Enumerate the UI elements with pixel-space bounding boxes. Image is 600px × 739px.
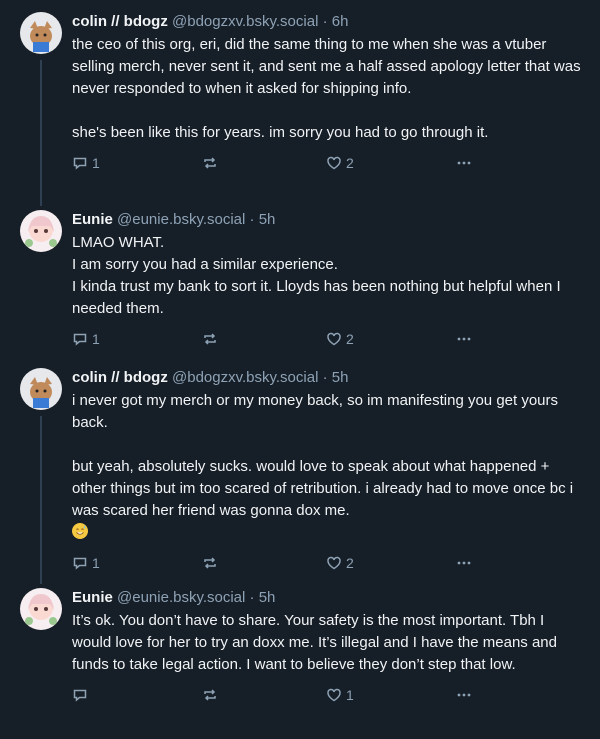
like-button[interactable]: 1 xyxy=(326,687,456,703)
post-time[interactable]: 6h xyxy=(332,13,349,30)
author-handle[interactable]: @bdogzxv.bsky.social xyxy=(172,369,318,386)
like-button[interactable]: 2 xyxy=(326,331,456,347)
separator-dot: · xyxy=(245,211,259,228)
post-2[interactable]: Eunie @eunie.bsky.social · 5h LMAO WHAT.… xyxy=(0,198,600,356)
ellipsis-icon xyxy=(457,337,471,341)
reply-icon xyxy=(73,157,87,170)
reply-icon xyxy=(73,557,87,570)
post-time[interactable]: 5h xyxy=(259,589,276,606)
post-text: It’s ok. You don’t have to share. Your s… xyxy=(72,610,584,676)
post-3[interactable]: colin // bdogz @bdogzxv.bsky.social · 5h… xyxy=(0,356,600,584)
separator-dot: · xyxy=(318,369,332,386)
reply-icon xyxy=(73,333,87,346)
ellipsis-icon xyxy=(457,693,471,697)
post-time[interactable]: 5h xyxy=(332,369,349,386)
author-handle[interactable]: @eunie.bsky.social xyxy=(117,589,245,606)
post-1[interactable]: colin // bdogz @bdogzxv.bsky.social · 6h… xyxy=(0,0,600,206)
repost-icon xyxy=(204,333,216,345)
post-text-line: I kinda trust my bank to sort it. Lloyds… xyxy=(72,278,565,317)
post-actions: 1 2 xyxy=(72,146,584,180)
post-text: i never got my merch or my money back, s… xyxy=(72,390,584,544)
author-handle[interactable]: @eunie.bsky.social xyxy=(117,211,245,228)
separator-dot: · xyxy=(318,13,332,30)
heart-icon xyxy=(327,688,341,702)
post-text: the ceo of this org, eri, did the same t… xyxy=(72,34,584,144)
thread-line xyxy=(40,416,42,584)
author-name[interactable]: colin // bdogz xyxy=(72,13,168,30)
post-text-line xyxy=(72,100,584,122)
emoji-line xyxy=(72,522,584,544)
post-text-line: It’s ok. You don’t have to share. Your s… xyxy=(72,612,562,673)
avatar-eunie[interactable] xyxy=(20,588,62,630)
like-count: 2 xyxy=(346,555,354,571)
heart-icon xyxy=(327,156,341,170)
like-count: 1 xyxy=(346,687,354,703)
post-header: colin // bdogz @bdogzxv.bsky.social · 5h xyxy=(72,368,584,388)
reply-button[interactable]: 1 xyxy=(72,331,202,347)
heart-icon xyxy=(327,556,341,570)
reply-icon xyxy=(73,689,87,702)
repost-icon xyxy=(204,689,216,701)
thread-line xyxy=(40,60,42,206)
post-header: colin // bdogz @bdogzxv.bsky.social · 6h xyxy=(72,12,584,32)
post-text: LMAO WHAT. I am sorry you had a similar e… xyxy=(72,232,584,320)
post-actions: 1 xyxy=(72,678,584,712)
avatar-colin[interactable] xyxy=(20,368,62,410)
heart-icon xyxy=(327,332,341,346)
post-text-line xyxy=(72,434,584,456)
post-text-line: LMAO WHAT. xyxy=(72,234,165,251)
repost-button[interactable] xyxy=(202,331,326,347)
thread-feed: colin // bdogz @bdogzxv.bsky.social · 6h… xyxy=(0,0,600,739)
post-text-line: the ceo of this org, eri, did the same t… xyxy=(72,36,585,97)
like-button[interactable]: 2 xyxy=(326,155,456,171)
more-options-button[interactable] xyxy=(456,155,496,171)
author-name[interactable]: colin // bdogz xyxy=(72,369,168,386)
avatar-eunie[interactable] xyxy=(20,210,62,252)
post-header: Eunie @eunie.bsky.social · 5h xyxy=(72,588,584,608)
reply-count: 1 xyxy=(92,555,100,571)
reply-count: 1 xyxy=(92,331,100,347)
like-count: 2 xyxy=(346,155,354,171)
ellipsis-icon xyxy=(457,561,471,565)
post-text-line: I am sorry you had a similar experience. xyxy=(72,256,338,273)
more-options-button[interactable] xyxy=(456,331,496,347)
reply-button[interactable]: 1 xyxy=(72,155,202,171)
author-name[interactable]: Eunie xyxy=(72,211,113,228)
sweat-smile-emoji xyxy=(72,523,88,539)
like-button[interactable]: 2 xyxy=(326,555,456,571)
more-options-button[interactable] xyxy=(456,687,496,703)
repost-button[interactable] xyxy=(202,687,326,703)
like-count: 2 xyxy=(346,331,354,347)
separator-dot: · xyxy=(245,589,259,606)
reply-button[interactable] xyxy=(72,687,202,703)
post-text-line: i never got my merch or my money back, s… xyxy=(72,392,563,431)
repost-icon xyxy=(204,157,216,169)
repost-icon xyxy=(204,557,216,569)
avatar-colin[interactable] xyxy=(20,12,62,54)
ellipsis-icon xyxy=(457,161,471,165)
reply-count: 1 xyxy=(92,155,100,171)
post-header: Eunie @eunie.bsky.social · 5h xyxy=(72,210,584,230)
post-actions: 1 2 xyxy=(72,322,584,356)
author-name[interactable]: Eunie xyxy=(72,589,113,606)
post-actions: 1 2 xyxy=(72,546,584,580)
post-4[interactable]: Eunie @eunie.bsky.social · 5h It’s ok. Y… xyxy=(0,576,600,739)
post-time[interactable]: 5h xyxy=(259,211,276,228)
post-text-line: she's been like this for years. im sorry… xyxy=(72,124,489,141)
reply-button[interactable]: 1 xyxy=(72,555,202,571)
repost-button[interactable] xyxy=(202,155,326,171)
author-handle[interactable]: @bdogzxv.bsky.social xyxy=(172,13,318,30)
post-text-line: but yeah, absolutely sucks. would love t… xyxy=(72,458,578,519)
repost-button[interactable] xyxy=(202,555,326,571)
more-options-button[interactable] xyxy=(456,555,496,571)
